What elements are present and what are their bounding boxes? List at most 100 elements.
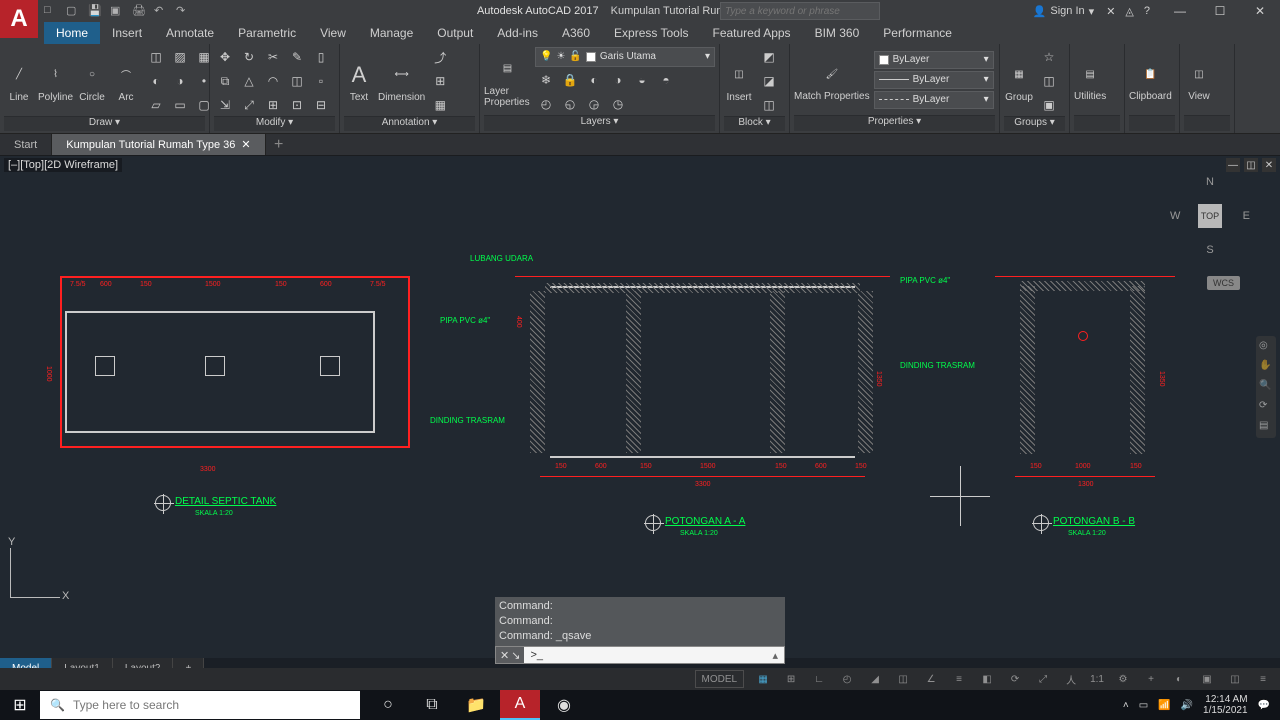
volume-icon[interactable]: 🔊 [1181, 700, 1193, 711]
layer-tool-icon[interactable]: ❄ [535, 69, 557, 91]
view-button[interactable]: ◫View [1184, 59, 1214, 102]
panel-block[interactable]: Block ▾ [724, 116, 785, 131]
block-tool-icon[interactable]: ◩ [758, 46, 780, 68]
group-tool-icon[interactable]: ▣ [1038, 94, 1060, 116]
saveas-icon[interactable]: ▣ [110, 4, 124, 18]
notification-icon[interactable]: 💬 [1258, 700, 1270, 711]
tab-home[interactable]: Home [44, 22, 100, 44]
tab-insert[interactable]: Insert [100, 22, 154, 44]
draw-tool-icon[interactable]: ◐ [145, 70, 167, 92]
layer-tool-icon[interactable]: ◑ [607, 69, 629, 91]
polar-toggle[interactable]: ◴ [838, 670, 856, 688]
group-tool-icon[interactable]: ☆ [1038, 46, 1060, 68]
isodraft-toggle[interactable]: ◢ [866, 670, 884, 688]
close-button[interactable]: ✕ [1240, 0, 1280, 22]
battery-icon[interactable]: ▭ [1139, 700, 1148, 711]
modify-icon[interactable]: ◫ [286, 70, 308, 92]
layer-tool-icon[interactable]: ◐ [583, 69, 605, 91]
fillet-icon[interactable]: ◠ [262, 70, 284, 92]
undo-icon[interactable]: ↶ [154, 4, 168, 18]
wheel-icon[interactable]: ◎ [1259, 340, 1273, 354]
new-doc-button[interactable]: + [266, 134, 292, 155]
nav-bar[interactable]: ◎ ✋ 🔍 ⟳ ▤ [1256, 336, 1276, 438]
tab-express[interactable]: Express Tools [602, 22, 700, 44]
tab-addins[interactable]: Add-ins [485, 22, 550, 44]
panel-layers[interactable]: Layers ▾ [484, 115, 715, 131]
color-dropdown[interactable]: ByLayer▾ [874, 51, 994, 69]
tab-annotate[interactable]: Annotate [154, 22, 226, 44]
exchange-icon[interactable]: ✕ [1106, 5, 1115, 18]
customize-cmd-icon[interactable]: ↘ [511, 649, 520, 662]
autocad-task-icon[interactable]: A [500, 690, 540, 720]
panel-draw[interactable]: Draw ▾ [4, 116, 205, 131]
modify-icon[interactable]: ▫ [310, 70, 332, 92]
save-icon[interactable]: 💾 [88, 4, 102, 18]
draw-tool-icon[interactable]: ◑ [169, 70, 191, 92]
clipboard-button[interactable]: 📋Clipboard [1129, 59, 1172, 102]
modify-icon[interactable]: ⊟ [310, 94, 332, 116]
hardware-accel-icon[interactable]: ◐ [1170, 670, 1188, 688]
layer-properties-button[interactable]: ▤Layer Properties [484, 54, 531, 108]
cycle-toggle[interactable]: ⟳ [1006, 670, 1024, 688]
tab-featured[interactable]: Featured Apps [701, 22, 803, 44]
tab-view[interactable]: View [308, 22, 358, 44]
chevron-up-icon[interactable]: ▴ [766, 649, 784, 662]
anno-scale[interactable]: ⤢ [1034, 670, 1052, 688]
tab-a360[interactable]: A360 [550, 22, 602, 44]
viewport-label[interactable]: [–][Top][2D Wireframe] [4, 158, 122, 172]
panel-groups[interactable]: Groups ▾ [1004, 116, 1065, 131]
showmotion-icon[interactable]: ▤ [1259, 420, 1273, 434]
table-icon[interactable]: ⊞ [429, 70, 451, 92]
redo-icon[interactable]: ↷ [176, 4, 190, 18]
stretch-icon[interactable]: ⇲ [214, 94, 236, 116]
draw-tool-icon[interactable]: ▱ [145, 94, 167, 116]
vp-minimize-icon[interactable]: — [1226, 158, 1240, 172]
layer-tool-icon[interactable]: ◷ [607, 93, 629, 115]
pan-icon[interactable]: ✋ [1259, 360, 1273, 374]
layer-dropdown[interactable]: 💡 ☀ 🔓 Garis Utama ▾ [535, 47, 715, 67]
snap-toggle[interactable]: ⊞ [782, 670, 800, 688]
doctab-active[interactable]: Kumpulan Tutorial Rumah Type 36 ✕ [52, 134, 265, 155]
draw-tool-icon[interactable]: ◫ [145, 46, 167, 68]
match-properties-button[interactable]: 🖌Match Properties [794, 59, 870, 102]
zoom-icon[interactable]: 🔍 [1259, 380, 1273, 394]
mirror-icon[interactable]: △ [238, 70, 260, 92]
anno-monitor-icon[interactable]: + [1142, 670, 1160, 688]
layer-tool-icon[interactable]: ◴ [535, 93, 557, 115]
grid-toggle[interactable]: ▦ [754, 670, 772, 688]
taskview-icon[interactable]: ⧉ [412, 690, 452, 720]
lineweight-dropdown[interactable]: ByLayer▾ [874, 71, 994, 89]
drawing-area[interactable]: [–][Top][2D Wireframe] — ◫ ✕ N S E W TOP… [0, 156, 1280, 658]
dimension-button[interactable]: ⟷Dimension [378, 60, 425, 103]
app-menu-button[interactable]: A [0, 0, 38, 38]
group-button[interactable]: ▦Group [1004, 60, 1034, 103]
line-button[interactable]: ╱Line [4, 60, 34, 103]
taskbar-search[interactable]: 🔍 Type here to search [40, 691, 360, 719]
linetype-dropdown[interactable]: ByLayer▾ [874, 91, 994, 109]
minimize-button[interactable]: — [1160, 0, 1200, 22]
layer-tool-icon[interactable]: ◓ [655, 69, 677, 91]
anno-vis[interactable]: 人 [1062, 670, 1080, 688]
signin-button[interactable]: 👤 Sign In ▾ [1033, 5, 1094, 18]
infocenter-search[interactable] [720, 2, 880, 20]
help-icon[interactable]: ? [1144, 5, 1150, 18]
orbit-icon[interactable]: ⟳ [1259, 400, 1273, 414]
cortana-icon[interactable]: ○ [368, 690, 408, 720]
block-tool-icon[interactable]: ◪ [758, 70, 780, 92]
panel-annotation[interactable]: Annotation ▾ [344, 116, 475, 131]
clean-screen-icon[interactable]: ◫ [1226, 670, 1244, 688]
insert-block-button[interactable]: ◫Insert [724, 60, 754, 103]
tab-manage[interactable]: Manage [358, 22, 425, 44]
panel-properties[interactable]: Properties ▾ [794, 115, 995, 131]
isolate-icon[interactable]: ▣ [1198, 670, 1216, 688]
scale-label[interactable]: 1:1 [1090, 670, 1104, 688]
command-line[interactable]: ✕ ↘ >_ ▴ [495, 646, 785, 664]
tab-parametric[interactable]: Parametric [226, 22, 308, 44]
tray-clock[interactable]: 12:14 AM 1/15/2021 [1203, 694, 1248, 716]
customize-status-icon[interactable]: ≡ [1254, 670, 1272, 688]
layer-tool-icon[interactable]: ◶ [583, 93, 605, 115]
close-tab-icon[interactable]: ✕ [241, 138, 250, 151]
otrack-toggle[interactable]: ∠ [922, 670, 940, 688]
scale-icon[interactable]: ⤢ [238, 94, 260, 116]
start-button[interactable]: ⊞ [0, 690, 40, 720]
